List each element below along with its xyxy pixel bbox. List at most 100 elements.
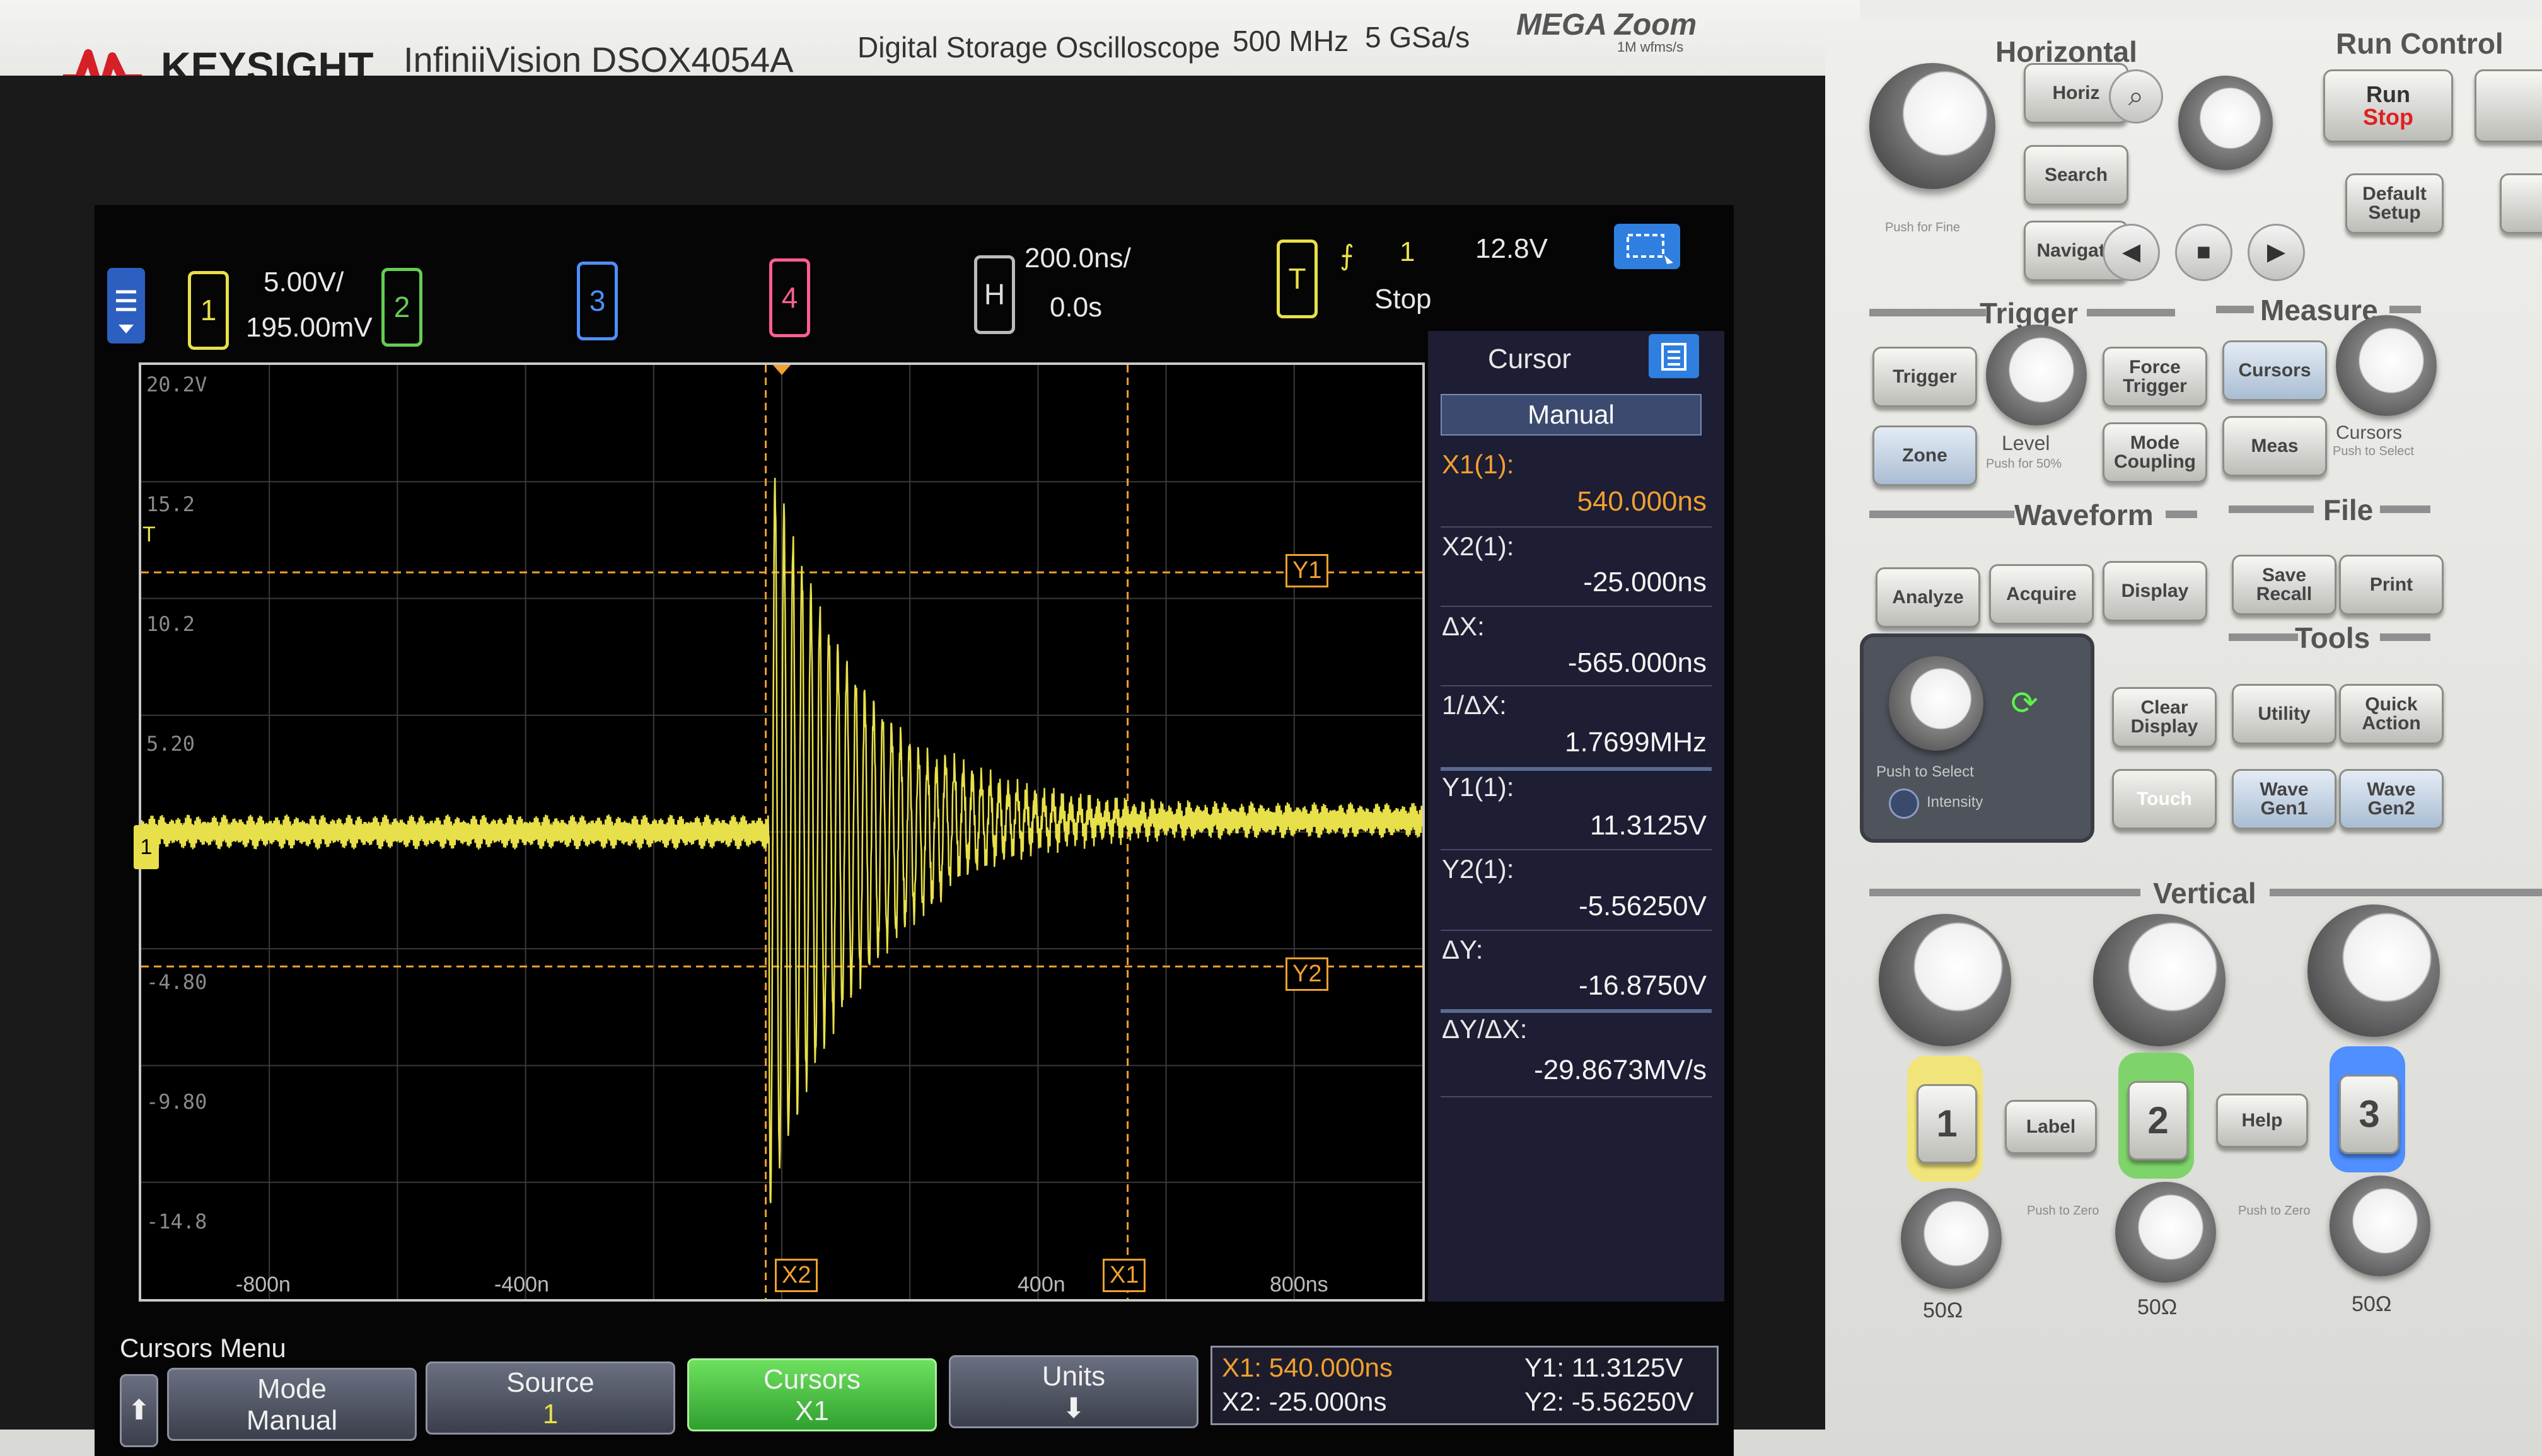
channel-4-badge[interactable]: 4 (769, 258, 810, 337)
megazoom-sub: 1M wfms/s (1617, 39, 1684, 55)
meas-button[interactable]: Meas (2222, 416, 2327, 477)
help-button[interactable]: Help (2216, 1094, 2308, 1148)
zone-button[interactable]: Zone (1872, 425, 1977, 486)
search-button[interactable]: Search (2024, 145, 2128, 205)
readout-x1: X1: 540.000ns (1222, 1353, 1393, 1382)
ch2-scale-knob[interactable] (2093, 914, 2226, 1046)
ch2-position-knob[interactable] (2115, 1182, 2216, 1283)
wavegen2-button[interactable]: Wave Gen2 (2339, 769, 2444, 829)
horizontal-badge[interactable]: H (974, 255, 1015, 334)
ch3-impedance-label: 50Ω (2352, 1292, 2392, 1316)
ch1-button[interactable]: 1 (1917, 1084, 1977, 1164)
divider (1441, 1096, 1712, 1097)
zoom-select-icon[interactable] (1614, 224, 1680, 269)
trigger-level[interactable]: 12.8V (1475, 233, 1548, 265)
delta-y-label: ΔY: (1442, 935, 1483, 964)
run-stop-button[interactable]: Run Stop (2323, 69, 2453, 142)
source-softkey[interactable]: Source 1 (426, 1361, 675, 1435)
cursors-knob[interactable] (2336, 315, 2437, 416)
save-recall-button[interactable]: Save Recall (2232, 555, 2336, 615)
run-state: Stop (1374, 284, 1432, 315)
navigate-forward-icon[interactable]: ▶ (2248, 224, 2305, 281)
intensity-label: Intensity (1927, 794, 1983, 811)
divider (1441, 685, 1712, 686)
auto-scale-button[interactable] (2500, 173, 2542, 234)
force-trigger-button[interactable]: Force Trigger (2103, 347, 2207, 407)
readout-y1: Y1: 11.3125V (1524, 1353, 1683, 1382)
cursors-softkey[interactable]: Cursors X1 (687, 1358, 937, 1431)
mode-softkey-label: Mode (257, 1373, 327, 1404)
ch3-position-knob[interactable] (2330, 1176, 2430, 1276)
intensity-button[interactable] (1889, 789, 1919, 819)
menu-up-button[interactable]: ⬆ (120, 1374, 158, 1447)
ch1-offset[interactable]: 195.00mV (246, 312, 373, 344)
trigger-badge[interactable]: T (1277, 240, 1318, 318)
units-softkey[interactable]: Units ⬇ (949, 1355, 1198, 1428)
mode-softkey[interactable]: Mode Manual (167, 1368, 417, 1441)
main-menu-icon[interactable] (107, 268, 145, 344)
display-button[interactable]: Display (2103, 561, 2207, 621)
cursor-y2-tag[interactable]: Y2 (1286, 957, 1329, 991)
channel-1-badge[interactable]: 1 (188, 271, 229, 350)
cursor-x2-tag[interactable]: X2 (775, 1259, 818, 1292)
channel-3-badge[interactable]: 3 (577, 262, 618, 340)
navigate-stop-icon[interactable]: ■ (2175, 224, 2232, 281)
panel-menu-icon[interactable] (1649, 334, 1699, 378)
ch2-button[interactable]: 2 (2128, 1081, 2188, 1160)
run-stop-top: Run (2366, 81, 2410, 107)
display-screen[interactable]: 1 5.00V/ 195.00mV 2 3 4 H 200.0ns/ 0.0s … (95, 205, 1734, 1456)
analyze-button[interactable]: Analyze (1876, 567, 1980, 628)
delta-x-value: -565.000ns (1567, 647, 1707, 678)
cursor-x1-tag[interactable]: X1 (1103, 1259, 1146, 1292)
default-setup-button[interactable]: Default Setup (2345, 173, 2444, 234)
divider (2087, 309, 2175, 316)
ch3-button[interactable]: 3 (2339, 1075, 2400, 1154)
clear-display-button[interactable]: Clear Display (2112, 687, 2217, 748)
trigger-source[interactable]: 1 (1400, 236, 1415, 268)
softkey-menu-title: Cursors Menu (120, 1333, 286, 1363)
ch1-scale[interactable]: 5.00V/ (264, 267, 344, 298)
ch3-scale-knob[interactable] (2307, 904, 2440, 1037)
delta-x-label: ΔX: (1442, 611, 1485, 641)
zoom-search-icon[interactable]: ⌕ (2109, 69, 2163, 124)
horizontal-scale-knob[interactable] (1869, 63, 1995, 189)
acquire-button[interactable]: Acquire (1989, 564, 2094, 625)
ch1-ground-marker[interactable]: 1 (134, 825, 159, 869)
waveform-graticule[interactable]: 20.2V 15.2 10.2 5.20 -4.80 -9.80 -14.8 -… (134, 362, 1425, 1302)
wavegen1-button[interactable]: Wave Gen1 (2232, 769, 2336, 829)
divider (2229, 633, 2298, 641)
push-fine-label: Push for Fine (1885, 221, 1960, 234)
divider (2380, 633, 2430, 641)
divider (2380, 506, 2430, 513)
single-button[interactable] (2475, 69, 2542, 142)
cursor-y1-tag[interactable]: Y1 (1286, 554, 1329, 587)
horizontal-position-knob[interactable] (2178, 76, 2273, 170)
ch1-scale-knob[interactable] (1879, 914, 2011, 1046)
trigger-position-marker (773, 365, 791, 375)
entry-knob[interactable] (1889, 656, 1983, 751)
print-button[interactable]: Print (2339, 555, 2444, 615)
x-tick-label: -800n (236, 1273, 291, 1297)
cursors-button[interactable]: Cursors (2222, 340, 2327, 401)
divider (1441, 606, 1712, 607)
horizontal-delay[interactable]: 0.0s (1050, 292, 1102, 323)
down-arrow-icon: ⬇ (1062, 1393, 1086, 1424)
x-tick-label: 400n (1018, 1273, 1065, 1297)
label-button[interactable]: Label (2005, 1100, 2097, 1154)
mode-coupling-button[interactable]: Mode Coupling (2103, 422, 2207, 483)
navigate-back-icon[interactable]: ◀ (2103, 224, 2160, 281)
timebase[interactable]: 200.0ns/ (1024, 243, 1131, 274)
channel-2-badge[interactable]: 2 (381, 268, 422, 347)
ch1-position-knob[interactable] (1901, 1188, 2002, 1289)
utility-button[interactable]: Utility (2232, 684, 2336, 744)
trigger-level-knob[interactable] (1986, 325, 2087, 425)
trigger-button[interactable]: Trigger (1872, 347, 1977, 407)
divider (2270, 889, 2542, 896)
y-tick-label: -4.80 (146, 970, 207, 994)
touch-button[interactable]: Touch (2112, 769, 2217, 829)
run-stop-bottom: Stop (2363, 104, 2413, 130)
ch1-impedance-label: 50Ω (1923, 1298, 1963, 1322)
quick-action-button[interactable]: Quick Action (2339, 684, 2444, 744)
cursor-mode-display[interactable]: Manual (1441, 394, 1702, 436)
waveform-plot[interactable] (141, 365, 1422, 1299)
